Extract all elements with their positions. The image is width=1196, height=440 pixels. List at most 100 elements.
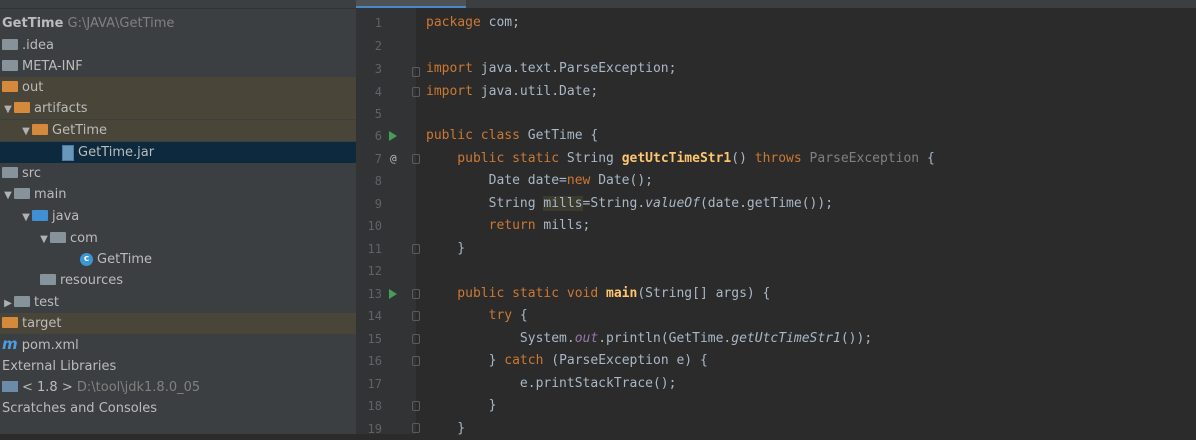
project-tree-panel: GetTime G:\JAVA\GetTime .idea META-INF o… — [0, 0, 356, 434]
line-number: 15 — [367, 332, 382, 346]
code-line-17: e.printStackTrace(); — [426, 376, 677, 391]
fold-icon[interactable] — [412, 289, 420, 299]
code-line-10: return mills; — [426, 215, 591, 237]
tree-item-jdk[interactable]: < 1.8 > D:\tool\jdk1.8.0_05 — [0, 377, 356, 398]
code-line-8: Date date=new Date(); — [426, 170, 653, 192]
tree-item-artifacts[interactable]: ▼ artifacts — [0, 98, 356, 119]
expand-arrow-icon[interactable]: ▼ — [20, 207, 32, 228]
code-line-4: import java.util.Date; — [426, 81, 598, 103]
method-name: main — [598, 286, 638, 301]
fold-icon[interactable] — [412, 356, 420, 366]
tree-item-label: META-INF — [22, 59, 83, 74]
keyword: throws — [754, 151, 802, 166]
code-text: () — [731, 151, 755, 166]
code-text: { — [919, 151, 935, 166]
line-number: 6 — [374, 129, 382, 143]
maven-icon: m — [2, 335, 18, 353]
folder-icon — [14, 296, 30, 307]
exception-type: ParseException — [801, 151, 920, 166]
keyword: new — [566, 173, 591, 188]
line-number: 19 — [367, 422, 382, 436]
code-text: java.util.Date; — [472, 84, 599, 99]
tree-item-artifact-gettime[interactable]: ▼ GetTime — [0, 120, 356, 141]
override-marker-icon[interactable]: @ — [390, 152, 397, 165]
line-number: 4 — [374, 85, 382, 99]
line-number: 18 — [367, 399, 382, 413]
code-text: String — [559, 151, 622, 166]
expand-arrow-icon[interactable]: ▼ — [2, 185, 14, 206]
tree-item-gettime-jar[interactable]: GetTime.jar — [0, 142, 356, 163]
code-editor[interactable]: 1 2 3 4 5 6 7 8 9 10 11 12 13 14 15 16 1… — [356, 0, 1196, 436]
source-folder-icon — [32, 210, 48, 221]
line-number: 16 — [367, 354, 382, 368]
fold-icon[interactable] — [412, 311, 420, 321]
tree-item-target[interactable]: target — [0, 313, 356, 334]
tree-item-main[interactable]: ▼ main — [0, 184, 356, 205]
line-number: 12 — [367, 264, 382, 278]
tree-item-label: pom.xml — [21, 338, 79, 353]
code-text: =String. — [582, 196, 646, 211]
code-line-7: public static String getUtcTimeStr1() th… — [426, 148, 935, 170]
tree-item-meta-inf[interactable]: META-INF — [0, 56, 356, 77]
excluded-folder-icon — [14, 102, 30, 113]
line-number: 11 — [367, 242, 382, 256]
excluded-folder-icon — [32, 124, 48, 135]
code-line-15: System.out.println(GetTime.getUtcTimeStr… — [426, 328, 872, 350]
tree-item-class-gettime[interactable]: c GetTime — [0, 249, 356, 270]
tree-item-test[interactable]: ▶ test — [0, 292, 356, 313]
tree-item-scratches[interactable]: Scratches and Consoles — [0, 398, 356, 419]
code-text: mills; — [535, 218, 591, 233]
tree-item-label: .idea — [22, 38, 54, 53]
tree-item-label: GetTime — [52, 123, 107, 138]
code-text: System. — [426, 331, 575, 346]
fold-icon[interactable] — [412, 423, 420, 433]
expand-arrow-icon[interactable]: ▼ — [38, 229, 50, 250]
tree-item-external-libraries[interactable]: External Libraries — [0, 356, 356, 377]
fold-icon[interactable] — [412, 154, 420, 164]
line-number: 2 — [374, 39, 382, 53]
line-number: 5 — [374, 107, 382, 121]
keyword: public class — [426, 128, 520, 143]
fold-icon[interactable] — [412, 401, 420, 411]
code-line-6: public class GetTime { — [426, 125, 598, 147]
line-number: 7 — [374, 152, 382, 166]
code-text: String — [426, 196, 544, 211]
folder-icon — [2, 167, 18, 178]
collapse-arrow-icon[interactable]: ▶ — [2, 293, 14, 314]
tree-item-pom[interactable]: m pom.xml — [0, 334, 356, 355]
editor-tab-active[interactable] — [356, 0, 466, 8]
expand-arrow-icon[interactable]: ▼ — [2, 99, 14, 120]
tree-item-out[interactable]: out — [0, 77, 356, 98]
line-number: 10 — [367, 219, 382, 233]
keyword: catch — [504, 353, 544, 368]
run-class-icon[interactable] — [389, 131, 397, 141]
tree-root-gettime[interactable]: GetTime G:\JAVA\GetTime — [0, 13, 356, 34]
tree-item-src[interactable]: src — [0, 163, 356, 184]
tree-item-java[interactable]: ▼ java — [0, 206, 356, 227]
tree-item-label: artifacts — [34, 101, 88, 116]
code-line-11: } — [426, 241, 466, 256]
tree-item-label: target — [22, 316, 62, 331]
expand-arrow-icon[interactable]: ▼ — [20, 121, 32, 142]
keyword: import — [426, 61, 473, 76]
tree-item-idea[interactable]: .idea — [0, 35, 356, 56]
tree-item-label: main — [34, 187, 67, 202]
code-text: ()); — [840, 331, 873, 346]
fold-icon[interactable] — [412, 334, 420, 344]
static-field: out — [574, 331, 599, 346]
tree-item-label: resources — [60, 273, 124, 288]
code-text: (date.getTime()); — [699, 196, 834, 211]
run-main-icon[interactable] — [389, 289, 397, 299]
line-number: 13 — [367, 287, 382, 301]
tree-item-com[interactable]: ▼ com — [0, 228, 356, 249]
folder-icon — [2, 60, 18, 71]
excluded-folder-icon — [2, 81, 18, 92]
code-text: Date date= — [426, 173, 567, 188]
fold-icon[interactable] — [412, 244, 420, 254]
editor-tab-bar — [356, 0, 1196, 8]
tree-item-label: out — [22, 80, 44, 95]
tree-item-resources[interactable]: resources — [0, 270, 356, 291]
fold-icon[interactable] — [412, 67, 420, 77]
project-panel-header — [0, 0, 356, 9]
fold-icon[interactable] — [412, 87, 420, 97]
